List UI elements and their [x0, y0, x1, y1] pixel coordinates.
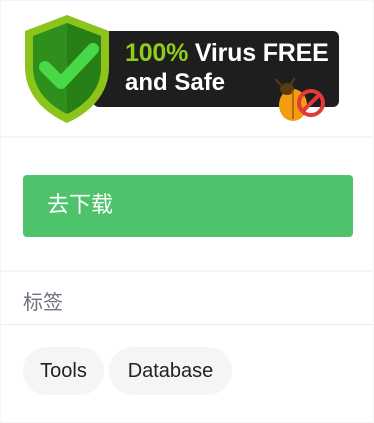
tag-tools[interactable]: Tools — [23, 347, 104, 395]
shield-check-icon — [25, 15, 109, 123]
badge-percent: 100% — [125, 39, 189, 67]
badge-virus-free: Virus FREE — [188, 39, 329, 67]
virus-free-badge-card: 100% Virus FREE and Safe — [1, 1, 373, 136]
tags-card: 标签 Tools Database — [1, 272, 373, 422]
tags-divider — [1, 324, 373, 325]
download-button[interactable]: 去下载 — [23, 175, 353, 237]
tags-heading: 标签 — [23, 290, 63, 314]
badge-subline: and Safe — [125, 69, 226, 96]
download-card: 去下载 — [1, 138, 373, 270]
tag-database[interactable]: Database — [109, 347, 232, 395]
badge-headline: 100% Virus FREE — [125, 39, 329, 68]
virus-free-badge: 100% Virus FREE and Safe — [21, 11, 341, 131]
bug-blocked-icon — [274, 77, 325, 121]
